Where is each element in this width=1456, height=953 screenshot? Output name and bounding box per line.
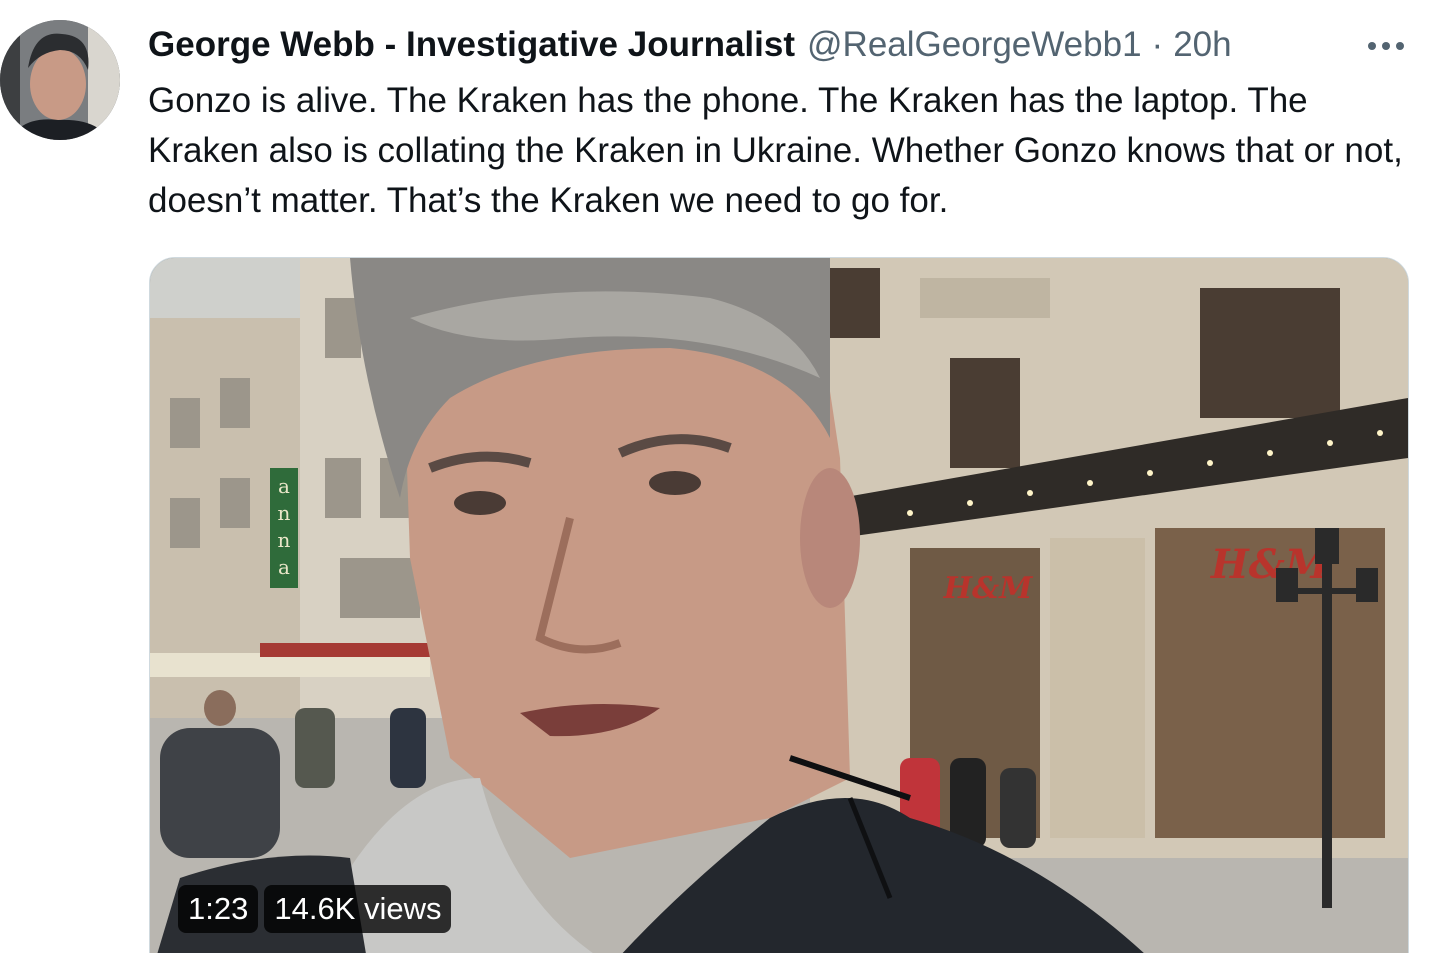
storefront-sign-hm-right: H&M: [1210, 541, 1331, 588]
tweet-timestamp[interactable]: 20h: [1173, 22, 1231, 68]
author-display-name[interactable]: George Webb - Investigative Journalist: [148, 22, 795, 68]
author-avatar[interactable]: [0, 20, 120, 140]
tweet-text: Gonzo is alive. The Kraken has the phone…: [148, 81, 1403, 220]
storefront-sign-hm-left: H&M: [943, 571, 1033, 606]
more-horizontal-icon: [1368, 42, 1404, 50]
header-separator: ·: [1151, 25, 1164, 64]
tweet-card[interactable]: George Webb - Investigative Journalist @…: [0, 0, 1456, 953]
svg-text:n: n: [278, 528, 291, 552]
video-player[interactable]: a n n a H&M H&M: [149, 257, 1409, 953]
video-duration: 1:23: [178, 885, 259, 933]
author-handle[interactable]: @RealGeorgeWebb1: [807, 22, 1142, 68]
svg-text:n: n: [278, 501, 291, 525]
video-view-count: 14.6K views: [264, 885, 452, 933]
avatar-photo: [0, 20, 120, 140]
tweet-header: George Webb - Investigative Journalist @…: [148, 22, 1232, 68]
svg-text:a: a: [278, 555, 290, 579]
video-thumbnail: a n n a H&M H&M: [150, 258, 1408, 953]
svg-text:a: a: [278, 474, 290, 498]
more-options-button[interactable]: [1362, 26, 1410, 66]
video-overlay: 1:23 14.6K views: [178, 885, 452, 933]
